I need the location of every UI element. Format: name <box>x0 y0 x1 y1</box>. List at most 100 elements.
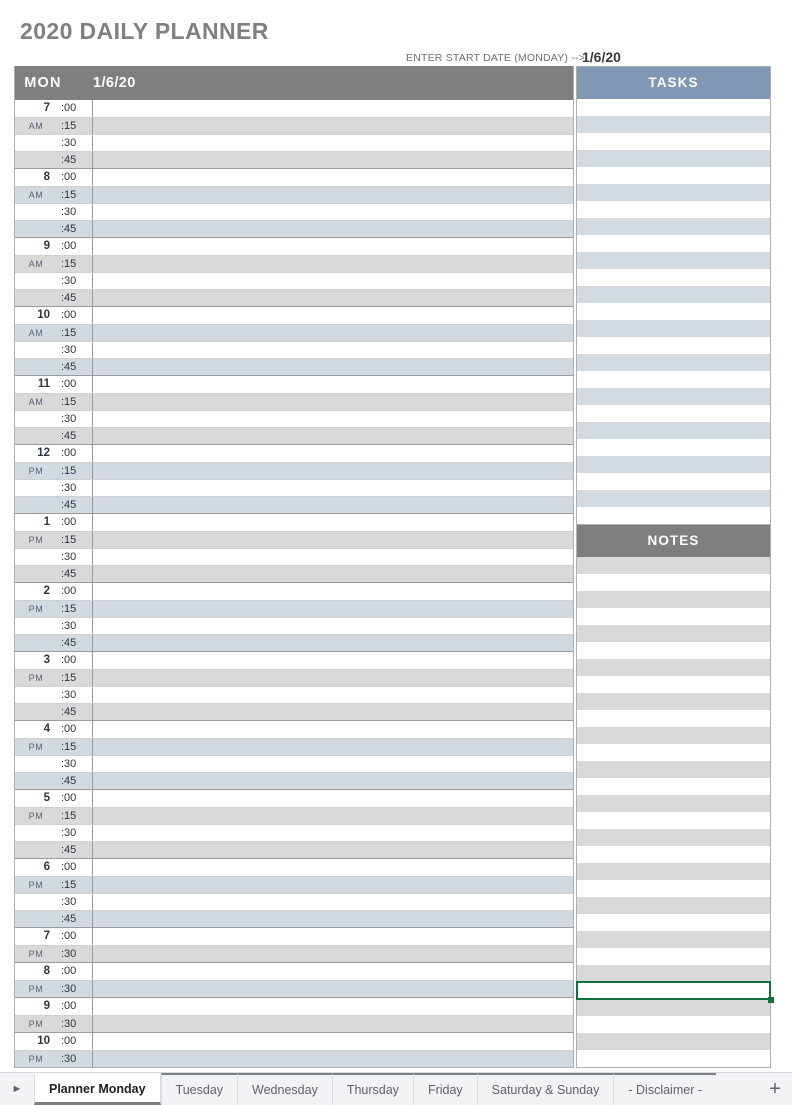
task-row[interactable] <box>577 269 770 286</box>
schedule-entry-cell[interactable] <box>93 428 573 444</box>
schedule-entry-cell[interactable] <box>93 928 573 945</box>
schedule-entry-cell[interactable] <box>93 670 573 686</box>
note-row[interactable] <box>577 1050 770 1067</box>
schedule-entry-cell[interactable] <box>93 877 573 893</box>
schedule-entry-cell[interactable] <box>93 307 573 324</box>
note-row[interactable] <box>577 591 770 608</box>
schedule-entry-cell[interactable] <box>93 963 573 980</box>
task-row[interactable] <box>577 439 770 456</box>
task-row[interactable] <box>577 303 770 320</box>
schedule-entry-cell[interactable] <box>93 411 573 427</box>
schedule-entry-cell[interactable] <box>93 273 573 289</box>
note-row[interactable] <box>577 846 770 863</box>
schedule-entry-cell[interactable] <box>93 825 573 841</box>
task-row[interactable] <box>577 337 770 354</box>
schedule-entry-cell[interactable] <box>93 842 573 858</box>
schedule-entry-cell[interactable] <box>93 601 573 617</box>
schedule-entry-cell[interactable] <box>93 118 573 134</box>
schedule-entry-cell[interactable] <box>93 721 573 738</box>
task-row[interactable] <box>577 405 770 422</box>
schedule-entry-cell[interactable] <box>93 911 573 927</box>
task-row[interactable] <box>577 507 770 524</box>
schedule-entry-cell[interactable] <box>93 100 573 117</box>
sheet-tab[interactable]: Tuesday <box>160 1073 238 1105</box>
schedule-entry-cell[interactable] <box>93 981 573 997</box>
note-row[interactable] <box>577 625 770 642</box>
schedule-entry-cell[interactable] <box>93 497 573 513</box>
note-row[interactable] <box>577 1033 770 1050</box>
note-row[interactable] <box>577 744 770 761</box>
note-row[interactable] <box>577 710 770 727</box>
task-row[interactable] <box>577 456 770 473</box>
schedule-entry-cell[interactable] <box>93 532 573 548</box>
schedule-entry-cell[interactable] <box>93 445 573 462</box>
note-row[interactable] <box>577 1016 770 1033</box>
note-row[interactable] <box>577 659 770 676</box>
start-date-value[interactable]: 1/6/20 <box>582 49 621 65</box>
schedule-entry-cell[interactable] <box>93 739 573 755</box>
note-row[interactable] <box>577 829 770 846</box>
schedule-entry-cell[interactable] <box>93 238 573 255</box>
task-row[interactable] <box>577 286 770 303</box>
schedule-entry-cell[interactable] <box>93 790 573 807</box>
sheet-tab[interactable]: Saturday & Sunday <box>476 1073 614 1105</box>
schedule-entry-cell[interactable] <box>93 635 573 651</box>
task-row[interactable] <box>577 320 770 337</box>
task-row[interactable] <box>577 371 770 388</box>
schedule-entry-cell[interactable] <box>93 549 573 565</box>
note-row[interactable] <box>577 778 770 795</box>
note-row[interactable] <box>577 914 770 931</box>
schedule-entry-cell[interactable] <box>93 187 573 203</box>
schedule-entry-cell[interactable] <box>93 135 573 151</box>
note-row[interactable] <box>577 693 770 710</box>
note-row[interactable] <box>577 761 770 778</box>
schedule-entry-cell[interactable] <box>93 376 573 393</box>
schedule-entry-cell[interactable] <box>93 773 573 789</box>
note-row[interactable] <box>576 981 774 1003</box>
schedule-entry-cell[interactable] <box>93 256 573 272</box>
note-row[interactable] <box>577 863 770 880</box>
fill-handle[interactable] <box>768 997 774 1003</box>
sheet-tab[interactable]: Planner Monday <box>34 1073 161 1105</box>
schedule-entry-cell[interactable] <box>93 652 573 669</box>
task-row[interactable] <box>577 150 770 167</box>
schedule-entry-cell[interactable] <box>93 583 573 600</box>
task-row[interactable] <box>577 116 770 133</box>
schedule-entry-cell[interactable] <box>93 618 573 634</box>
task-row[interactable] <box>577 354 770 371</box>
schedule-entry-cell[interactable] <box>93 152 573 168</box>
note-row[interactable] <box>577 948 770 965</box>
note-row[interactable] <box>577 574 770 591</box>
sheet-tab[interactable]: Wednesday <box>237 1073 332 1105</box>
note-row[interactable] <box>577 795 770 812</box>
task-row[interactable] <box>577 167 770 184</box>
schedule-entry-cell[interactable] <box>93 204 573 220</box>
task-row[interactable] <box>577 388 770 405</box>
schedule-entry-cell[interactable] <box>93 756 573 772</box>
task-row[interactable] <box>577 133 770 150</box>
schedule-entry-cell[interactable] <box>93 687 573 703</box>
schedule-entry-cell[interactable] <box>93 480 573 496</box>
schedule-entry-cell[interactable] <box>93 1033 573 1050</box>
note-row[interactable] <box>577 897 770 914</box>
task-row[interactable] <box>577 235 770 252</box>
note-row[interactable] <box>577 642 770 659</box>
schedule-entry-cell[interactable] <box>93 394 573 410</box>
add-sheet-button[interactable]: + <box>758 1073 792 1105</box>
schedule-entry-cell[interactable] <box>93 221 573 237</box>
schedule-entry-cell[interactable] <box>93 1051 573 1067</box>
task-row[interactable] <box>577 184 770 201</box>
schedule-entry-cell[interactable] <box>93 169 573 186</box>
schedule-entry-cell[interactable] <box>93 290 573 306</box>
task-row[interactable] <box>577 99 770 116</box>
schedule-entry-cell[interactable] <box>93 998 573 1015</box>
sheet-tab[interactable]: Friday <box>412 1073 477 1105</box>
note-row[interactable] <box>577 557 770 574</box>
schedule-entry-cell[interactable] <box>93 859 573 876</box>
task-row[interactable] <box>577 201 770 218</box>
note-row[interactable] <box>577 880 770 897</box>
task-row[interactable] <box>577 473 770 490</box>
schedule-entry-cell[interactable] <box>93 1016 573 1032</box>
schedule-entry-cell[interactable] <box>93 325 573 341</box>
schedule-entry-cell[interactable] <box>93 463 573 479</box>
